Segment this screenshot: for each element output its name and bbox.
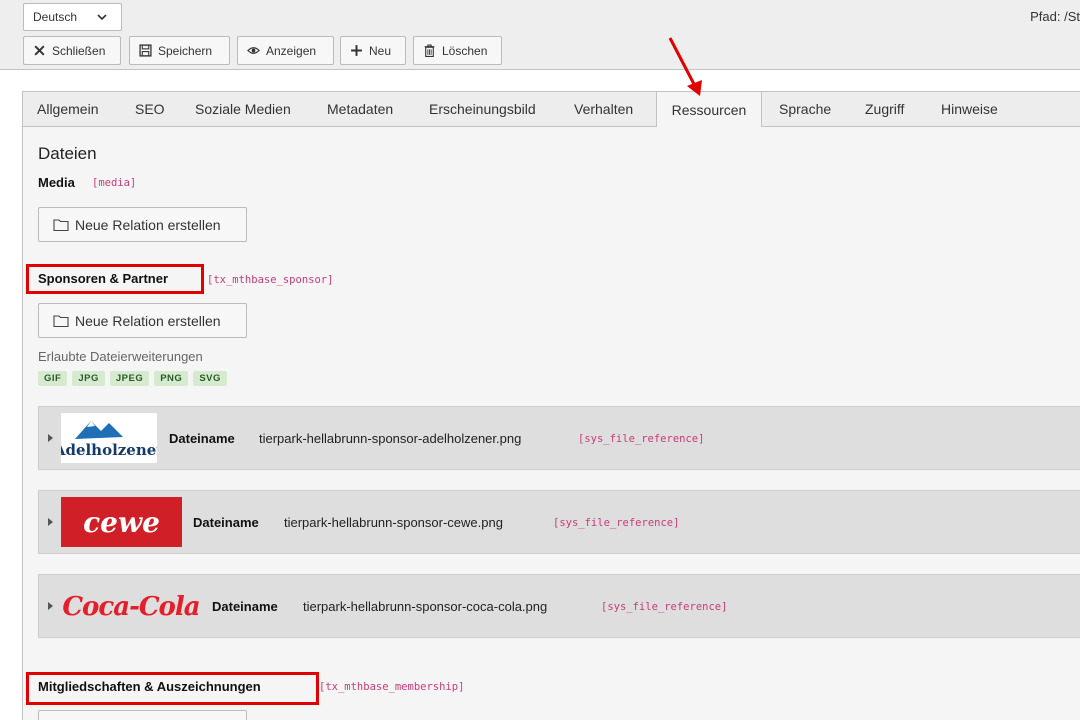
cewe-logo: cewe bbox=[61, 497, 182, 547]
extension-badge: JPEG bbox=[109, 371, 150, 386]
file-key: [sys_file_reference] bbox=[553, 517, 680, 529]
file-label: Dateiname bbox=[193, 515, 259, 530]
page-path: Pfad: /St bbox=[1030, 9, 1080, 24]
tab-sprache[interactable]: Sprache bbox=[779, 92, 831, 126]
file-name: tierpark-hellabrunn-sponsor-coca-cola.pn… bbox=[303, 599, 548, 614]
logo-text: Coca-Cola bbox=[62, 592, 200, 622]
annotation-arrow-icon bbox=[668, 37, 702, 96]
expand-caret-icon[interactable] bbox=[48, 602, 53, 610]
file-name: tierpark-hellabrunn-sponsor-adelholzener… bbox=[259, 431, 522, 446]
logo-text: Adelholzener bbox=[61, 441, 157, 459]
save-button[interactable]: Speichern bbox=[129, 36, 230, 65]
expand-caret-icon[interactable] bbox=[48, 434, 53, 442]
allowed-extensions: GIF JPG JPEG PNG SVG bbox=[38, 371, 227, 386]
doc-header: Deutsch Pfad: /St Schließen Speichern An… bbox=[0, 0, 1080, 70]
extension-badge: SVG bbox=[193, 371, 227, 386]
file-key: [sys_file_reference] bbox=[601, 601, 728, 613]
file-name: tierpark-hellabrunn-sponsor-cewe.png bbox=[284, 515, 503, 530]
highlight-box-sponsor bbox=[26, 264, 204, 294]
new-button[interactable]: Neu bbox=[340, 36, 406, 65]
file-reference-row[interactable]: Adelholzener Dateiname tierpark-hellabru… bbox=[38, 406, 1080, 470]
expand-caret-icon[interactable] bbox=[48, 518, 53, 526]
adelholzener-logo: Adelholzener bbox=[53, 413, 165, 463]
delete-button[interactable]: Löschen bbox=[413, 36, 502, 65]
file-label: Dateiname bbox=[212, 599, 278, 614]
extension-badge: JPG bbox=[72, 371, 105, 386]
coca-cola-logo: Coca-Cola bbox=[61, 581, 201, 633]
close-icon bbox=[34, 45, 45, 56]
sponsor-field-key: [tx_mthbase_sponsor] bbox=[207, 274, 334, 286]
extension-badge: GIF bbox=[38, 371, 68, 386]
close-button[interactable]: Schließen bbox=[23, 36, 121, 65]
file-reference-row[interactable]: Coca-Cola Dateiname tierpark-hellabrunn-… bbox=[38, 574, 1080, 638]
language-select[interactable]: Deutsch bbox=[23, 3, 122, 31]
allowed-extensions-label: Erlaubte Dateierweiterungen bbox=[38, 349, 203, 364]
tab-verhalten[interactable]: Verhalten bbox=[574, 92, 633, 126]
record-editor: Allgemein SEO Soziale Medien Metadaten E… bbox=[22, 91, 1080, 720]
membership-add-relation-button[interactable] bbox=[38, 710, 247, 720]
media-field-label: Media bbox=[38, 175, 75, 190]
tab-allgemein[interactable]: Allgemein bbox=[37, 92, 98, 126]
folder-icon bbox=[53, 314, 69, 327]
chevron-down-icon bbox=[97, 14, 107, 21]
tab-zugriff[interactable]: Zugriff bbox=[865, 92, 904, 126]
section-title: Dateien bbox=[38, 144, 97, 163]
media-field-key: [media] bbox=[92, 177, 137, 189]
tab-hinweise[interactable]: Hinweise bbox=[941, 92, 998, 126]
file-reference-row[interactable]: cewe Dateiname tierpark-hellabrunn-spons… bbox=[38, 490, 1080, 554]
tab-metadaten[interactable]: Metadaten bbox=[327, 92, 393, 126]
file-key: [sys_file_reference] bbox=[578, 433, 705, 445]
eye-icon bbox=[247, 47, 260, 54]
trash-icon bbox=[424, 44, 435, 57]
folder-icon bbox=[53, 218, 69, 231]
tab-soziale-medien[interactable]: Soziale Medien bbox=[195, 92, 291, 126]
sponsor-add-relation-button[interactable]: Neue Relation erstellen bbox=[38, 303, 247, 338]
tab-erscheinungsbild[interactable]: Erscheinungsbild bbox=[429, 92, 536, 126]
membership-field-key: [tx_mthbase_membership] bbox=[319, 681, 465, 693]
file-label: Dateiname bbox=[169, 431, 235, 446]
highlight-box-membership bbox=[26, 672, 319, 705]
tab-seo[interactable]: SEO bbox=[135, 92, 165, 126]
extension-badge: PNG bbox=[154, 371, 189, 386]
tab-bar: Allgemein SEO Soziale Medien Metadaten E… bbox=[23, 91, 1080, 127]
save-icon bbox=[139, 44, 152, 57]
language-select-value: Deutsch bbox=[33, 10, 78, 24]
plus-icon bbox=[351, 45, 362, 56]
view-button[interactable]: Anzeigen bbox=[237, 36, 334, 65]
media-add-relation-button[interactable]: Neue Relation erstellen bbox=[38, 207, 247, 242]
logo-text: cewe bbox=[83, 505, 160, 539]
